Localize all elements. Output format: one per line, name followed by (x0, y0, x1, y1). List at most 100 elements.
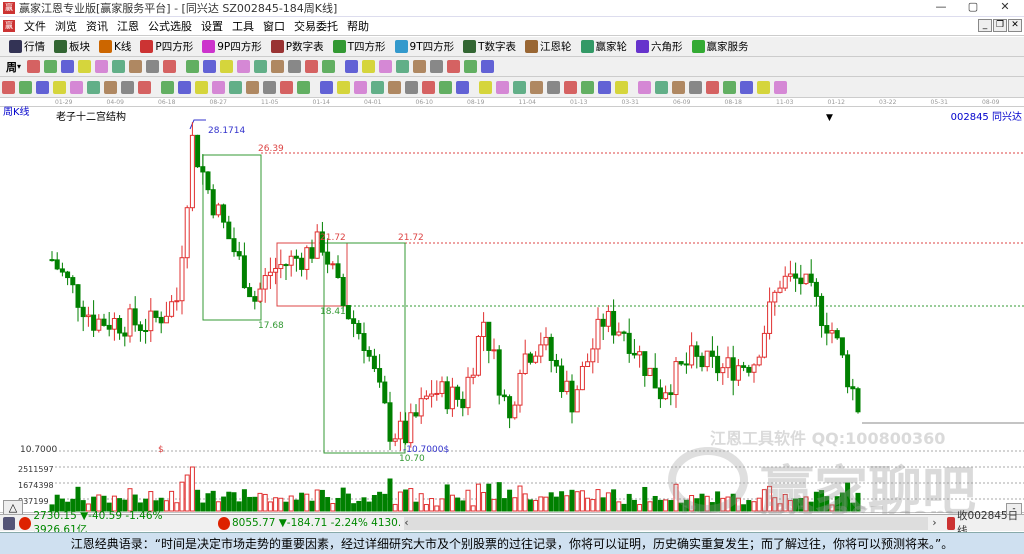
toolbar-button-7[interactable]: 9T四方形 (393, 39, 454, 54)
slope-icon[interactable] (405, 80, 418, 94)
flag-icon[interactable] (129, 60, 143, 73)
tool-a-icon[interactable] (36, 80, 49, 94)
toolbar-button-3[interactable]: P四方形 (138, 39, 193, 54)
toolbar-button-6[interactable]: T四方形 (331, 39, 386, 54)
ii-icon[interactable] (246, 80, 259, 94)
yinyang-icon[interactable] (757, 80, 770, 94)
diamond5-icon[interactable] (288, 60, 302, 73)
toolbar-button-0[interactable]: 行情 (7, 39, 45, 54)
diamond4-icon[interactable] (271, 60, 285, 73)
grid3-icon[interactable] (439, 80, 452, 94)
mdi-minimize-button[interactable]: _ (978, 19, 992, 32)
kline-chart[interactable]: 28.1714 26.39 21.72 21.72 17.68 18.41 10.70 -10… (0, 107, 1024, 523)
toolbar-button-4[interactable]: 9P四方形 (200, 39, 262, 54)
grid2-icon[interactable] (297, 80, 310, 94)
chart-settings-icon[interactable] (27, 60, 41, 73)
percent-icon[interactable] (530, 80, 543, 94)
maximize-button[interactable]: ▢ (958, 0, 988, 13)
toolbar-button-10[interactable]: 赢家轮 (579, 39, 627, 54)
menu-item-1[interactable]: 浏览 (55, 20, 77, 33)
bars2-icon[interactable] (78, 60, 92, 73)
period-select[interactable]: 周 (6, 59, 17, 75)
tool-d-icon[interactable] (87, 80, 100, 94)
menu-item-5[interactable]: 设置 (201, 20, 223, 33)
x-icon[interactable] (740, 80, 753, 94)
dropdown-arrow-icon[interactable]: ▼ (826, 113, 833, 123)
angle2-icon[interactable] (655, 80, 668, 94)
right-arrow-icon[interactable] (203, 60, 217, 73)
toolbar-button-11[interactable]: 六角形 (634, 39, 683, 54)
left-arrow-icon[interactable] (186, 60, 200, 73)
menu-item-2[interactable]: 资讯 (86, 20, 108, 33)
diamond3-icon[interactable] (254, 60, 268, 73)
coin-icon[interactable] (564, 80, 577, 94)
nine-icon[interactable] (396, 60, 410, 73)
fan-icon[interactable] (263, 80, 276, 94)
calendar-icon[interactable] (413, 60, 427, 73)
doc-icon[interactable] (447, 60, 461, 73)
t-icon[interactable] (706, 80, 719, 94)
close-button[interactable]: ✕ (990, 0, 1020, 13)
coin2-icon[interactable] (581, 80, 594, 94)
l-icon[interactable] (723, 80, 736, 94)
last-icon[interactable] (163, 60, 177, 73)
star-icon[interactable] (212, 80, 225, 94)
gold-icon[interactable] (638, 80, 651, 94)
ruler-icon[interactable] (320, 80, 333, 94)
grid-icon[interactable] (44, 60, 58, 73)
gann-box-icon[interactable] (112, 60, 126, 73)
menu-item-3[interactable]: 江恩 (117, 20, 139, 33)
target-icon[interactable] (195, 80, 208, 94)
toolbar-button-2[interactable]: K线 (97, 39, 131, 54)
pct-line-icon[interactable] (547, 80, 560, 94)
menu-item-6[interactable]: 工具 (232, 20, 254, 33)
mdi-restore-button[interactable]: ❐ (993, 19, 1007, 32)
cube-icon[interactable] (388, 80, 401, 94)
wave-icon[interactable] (774, 80, 787, 94)
calculator-icon[interactable] (430, 60, 444, 73)
diamond2-icon[interactable] (237, 60, 251, 73)
truck-icon[interactable] (481, 60, 495, 73)
scroll-right-button[interactable]: › (932, 517, 936, 529)
menu-item-0[interactable]: 文件 (24, 20, 46, 33)
menu-item-9[interactable]: 帮助 (347, 20, 369, 33)
s-icon[interactable] (689, 80, 702, 94)
diamond1-icon[interactable] (220, 60, 234, 73)
menu-item-7[interactable]: 窗口 (263, 20, 285, 33)
n2-icon[interactable] (161, 80, 174, 94)
rect-icon[interactable] (337, 80, 350, 94)
tri-icon[interactable] (615, 80, 628, 94)
percent-text-icon[interactable] (513, 80, 526, 94)
v-icon[interactable] (422, 80, 435, 94)
bars-icon[interactable] (61, 60, 75, 73)
toolbar-button-5[interactable]: P数字表 (269, 39, 324, 54)
hand-icon[interactable] (322, 60, 336, 73)
toolbar-button-1[interactable]: 板块 (52, 39, 90, 54)
tool-e-icon[interactable] (104, 80, 117, 94)
line-icon[interactable] (362, 60, 376, 73)
vlines-icon[interactable] (19, 80, 32, 94)
toolbar-button-9[interactable]: 江恩轮 (523, 39, 572, 54)
pen2-icon[interactable] (598, 80, 611, 94)
box-icon[interactable] (229, 80, 242, 94)
cursor-icon[interactable] (95, 60, 109, 73)
hash-icon[interactable] (138, 80, 151, 94)
e-icon[interactable] (496, 80, 509, 94)
fan2-icon[interactable] (280, 80, 293, 94)
tool-b-icon[interactable] (53, 80, 66, 94)
minimize-button[interactable]: — (926, 0, 956, 13)
pen-icon[interactable] (2, 80, 15, 94)
tool-c-icon[interactable] (70, 80, 83, 94)
f-icon[interactable] (672, 80, 685, 94)
lines-icon[interactable] (479, 80, 492, 94)
grid4-icon[interactable] (456, 80, 469, 94)
web-icon[interactable] (371, 80, 384, 94)
menu-item-4[interactable]: 公式选股 (148, 20, 192, 33)
keyboard-icon[interactable] (3, 516, 16, 530)
collapse-button[interactable]: △ (3, 500, 23, 515)
circle-icon[interactable] (121, 80, 134, 94)
status-scrollbar[interactable]: ‹ (404, 516, 929, 530)
crosshair-icon[interactable] (345, 60, 359, 73)
rays-icon[interactable] (354, 80, 367, 94)
angle-icon[interactable] (178, 80, 191, 94)
